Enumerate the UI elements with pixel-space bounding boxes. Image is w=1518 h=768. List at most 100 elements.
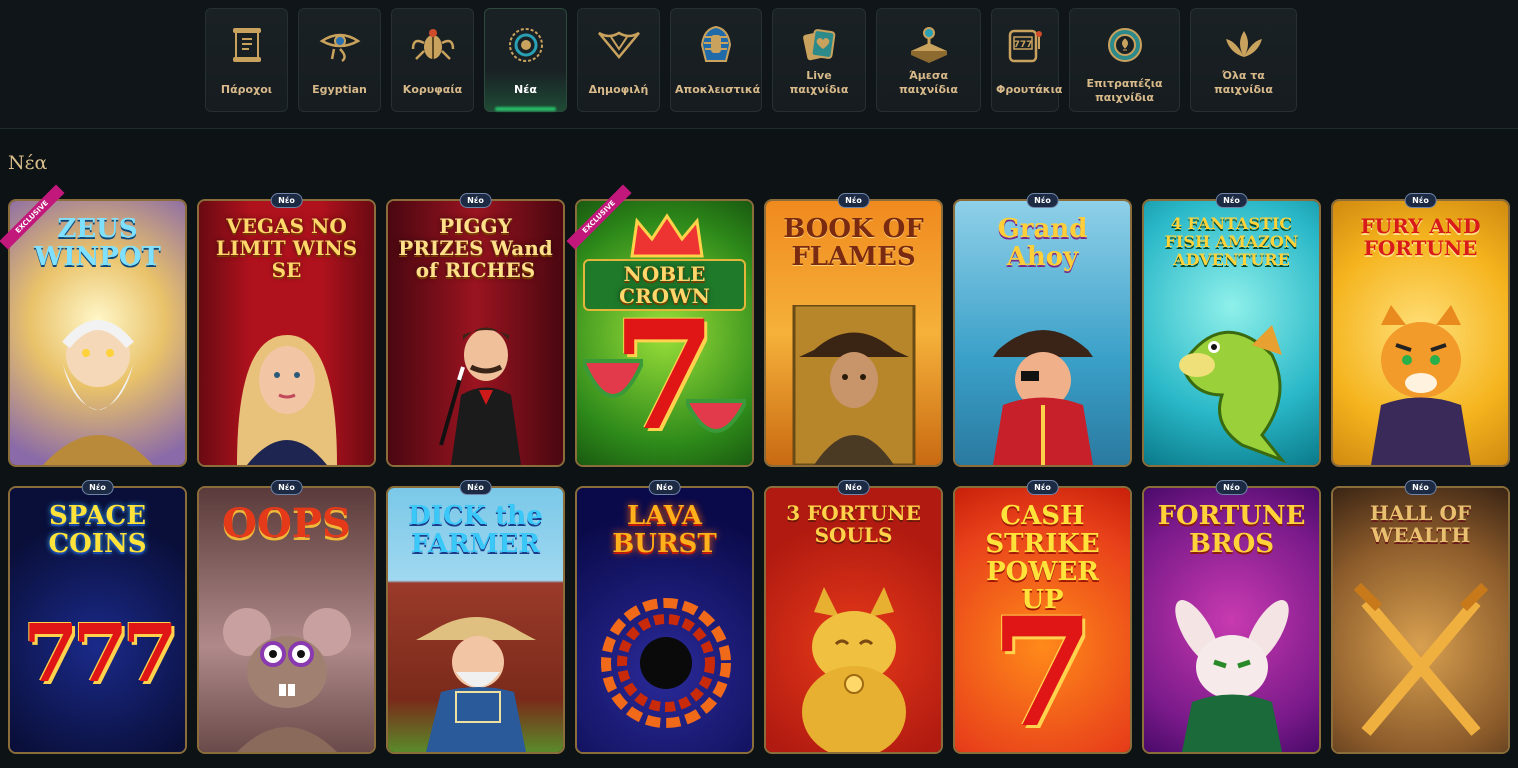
new-badge: Νέο <box>1404 193 1437 208</box>
game-tile[interactable]: 4 FANTASTIC FISH AMAZON ADVENTURE Νέο <box>1142 193 1321 467</box>
game-artwork: HALL OF WEALTH <box>1333 488 1508 752</box>
category-label: Αποκλειστικά <box>675 83 761 96</box>
game-title: FORTUNE BROS <box>1157 501 1306 559</box>
game-artwork: BOOK OF FLAMES <box>766 201 941 465</box>
new-badge: Νέο <box>837 193 870 208</box>
game-tile[interactable]: ZEUS WINPOT EXCLUSIVE <box>0 184 187 467</box>
poker-chip-icon <box>1102 23 1148 67</box>
game-title: NOBLE CROWN <box>583 259 746 311</box>
new-badge: Νέο <box>270 193 303 208</box>
new-badge: Νέο <box>837 480 870 495</box>
game-title: FURY AND FORTUNE <box>1360 214 1481 260</box>
new-badge: Νέο <box>1215 480 1248 495</box>
game-title: HALL OF WEALTH <box>1369 501 1472 547</box>
category-label: Όλα τα παιχνίδια <box>1214 69 1273 96</box>
category-label: Live παιχνίδια <box>789 69 849 96</box>
new-badge: Νέο <box>1026 480 1059 495</box>
game-artwork: FORTUNE BROS <box>1144 488 1319 752</box>
category-label: Πάροχοι <box>220 83 273 96</box>
category-label: Δημοφιλή <box>588 83 649 96</box>
category-live[interactable]: Live παιχνίδια <box>772 8 866 112</box>
category-new[interactable]: Νέα <box>484 8 567 112</box>
game-title: BOOK OF FLAMES <box>783 214 924 272</box>
game-tile[interactable]: 3 FORTUNE SOULS Νέο <box>764 480 943 754</box>
category-label: Επιτραπέζια παιχνίδια <box>1086 77 1163 104</box>
scroll-icon <box>224 23 270 67</box>
section-title: Νέα <box>8 152 48 174</box>
game-artwork: VEGAS NO LIMIT WINS SE <box>199 201 374 465</box>
game-title: OOPS <box>222 500 351 547</box>
game-tile[interactable]: OOPS Νέο <box>197 480 376 754</box>
new-badge: Νέο <box>1026 193 1059 208</box>
category-providers[interactable]: Πάροχοι <box>205 8 288 112</box>
game-title: ZEUS WINPOT <box>34 214 161 272</box>
category-slots[interactable]: 777 Φρουτάκια <box>991 8 1063 112</box>
game-title: Grand Ahoy <box>997 214 1088 272</box>
game-tile[interactable]: FORTUNE BROS Νέο <box>1142 480 1321 754</box>
game-artwork: NOBLE CROWN 7 <box>577 201 752 465</box>
game-title: PIGGY PRIZES Wand of RICHES <box>398 214 553 282</box>
game-title: CASH STRIKE POWER UP <box>985 501 1100 615</box>
cards-icon <box>796 23 842 67</box>
category-top[interactable]: Κορυφαία <box>391 8 474 112</box>
game-tile[interactable]: DICK the FARMER Νέο <box>386 480 565 754</box>
game-artwork: 4 FANTASTIC FISH AMAZON ADVENTURE <box>1144 201 1319 465</box>
category-instant[interactable]: Άμεσα παιχνίδια <box>876 8 981 112</box>
category-popular[interactable]: Δημοφιλή <box>577 8 660 112</box>
game-title: DICK the FARMER <box>408 501 543 559</box>
game-tile[interactable]: HALL OF WEALTH Νέο <box>1331 480 1510 754</box>
game-tile[interactable]: SPACE COINS 777 Νέο <box>8 480 187 754</box>
game-title: 4 FANTASTIC FISH AMAZON ADVENTURE <box>1164 214 1299 269</box>
game-tile[interactable]: BOOK OF FLAMES Νέο <box>764 193 943 467</box>
game-artwork: Grand Ahoy <box>955 201 1130 465</box>
game-tile[interactable]: NOBLE CROWN 7 EXCLUSIVE <box>566 184 754 467</box>
game-tile[interactable]: FURY AND FORTUNE Νέο <box>1331 193 1510 467</box>
seven-symbol: 7 <box>990 585 1095 752</box>
game-artwork: OOPS <box>199 488 374 752</box>
new-badge: Νέο <box>270 480 303 495</box>
category-label: Κορυφαία <box>402 83 463 96</box>
category-label: Νέα <box>514 83 537 96</box>
new-badge: Νέο <box>1404 480 1437 495</box>
slot-machine-icon: 777 <box>1002 23 1048 67</box>
game-artwork: CASH STRIKE POWER UP 7 <box>955 488 1130 752</box>
category-label: Άμεσα παιχνίδια <box>899 69 958 96</box>
game-tile[interactable]: VEGAS NO LIMIT WINS SE Νέο <box>197 193 376 467</box>
game-artwork: ZEUS WINPOT <box>10 201 185 465</box>
new-badge: Νέο <box>648 480 681 495</box>
game-artwork: FURY AND FORTUNE <box>1333 201 1508 465</box>
joystick-icon <box>906 23 952 67</box>
seven-symbol: 777 <box>23 606 178 700</box>
game-grid: ZEUS WINPOT EXCLUSIVE VEGAS NO LIMIT WIN… <box>0 184 1510 754</box>
game-tile[interactable]: CASH STRIKE POWER UP 7 Νέο <box>953 480 1132 754</box>
game-artwork: PIGGY PRIZES Wand of RICHES <box>388 201 563 465</box>
category-table-games[interactable]: Επιτραπέζια παιχνίδια <box>1069 8 1180 112</box>
new-badge: Νέο <box>459 480 492 495</box>
game-title: 3 FORTUNE SOULS <box>786 501 921 547</box>
game-title: LAVA BURST <box>612 501 717 559</box>
category-egyptian[interactable]: Egyptian <box>298 8 381 112</box>
lotus-emblem-icon <box>596 23 642 67</box>
category-label: Φρουτάκια <box>996 83 1063 96</box>
category-nav: Πάροχοι Egyptian Κορυφαία Νέα Δημοφιλή Α… <box>0 0 1518 129</box>
new-badge: Νέο <box>459 193 492 208</box>
category-all-games[interactable]: Όλα τα παιχνίδια <box>1190 8 1297 112</box>
game-artwork: DICK the FARMER <box>388 488 563 752</box>
sun-emblem-icon <box>503 23 549 67</box>
svg-text:777: 777 <box>1014 40 1033 50</box>
game-title: SPACE COINS <box>48 501 147 559</box>
pharaoh-icon <box>693 23 739 67</box>
game-tile[interactable]: LAVA BURST Νέο <box>575 480 754 754</box>
new-badge: Νέο <box>81 480 114 495</box>
scarab-icon <box>410 23 456 67</box>
game-artwork: 3 FORTUNE SOULS <box>766 488 941 752</box>
eye-of-horus-icon <box>317 23 363 67</box>
category-exclusive[interactable]: Αποκλειστικά <box>670 8 762 112</box>
game-artwork: LAVA BURST <box>577 488 752 752</box>
category-label: Egyptian <box>312 83 367 96</box>
game-artwork: SPACE COINS 777 <box>10 488 185 752</box>
game-tile[interactable]: Grand Ahoy Νέο <box>953 193 1132 467</box>
game-tile[interactable]: PIGGY PRIZES Wand of RICHES Νέο <box>386 193 565 467</box>
new-badge: Νέο <box>1215 193 1248 208</box>
game-title: VEGAS NO LIMIT WINS SE <box>215 214 358 282</box>
